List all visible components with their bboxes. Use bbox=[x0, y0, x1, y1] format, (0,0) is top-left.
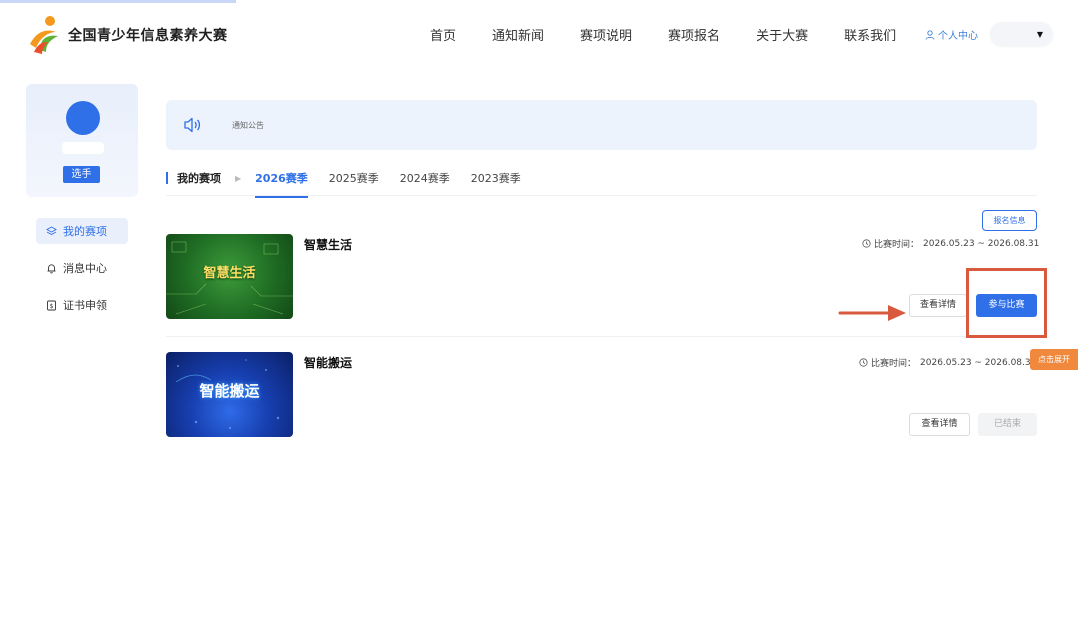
nav-home[interactable]: 首页 bbox=[430, 25, 456, 44]
certificate-icon: $ bbox=[47, 300, 56, 310]
view-details-button[interactable]: 查看详情 bbox=[909, 294, 967, 317]
competition-name: 智慧生活 bbox=[304, 238, 353, 252]
tab-2023-season[interactable]: 2023赛季 bbox=[471, 170, 521, 186]
notice-bar[interactable]: 通知公告 bbox=[166, 100, 1037, 150]
bell-icon bbox=[47, 263, 56, 273]
time-range: 2026.05.23 ~ 2026.08.31 bbox=[923, 238, 1040, 249]
thumbnail-title: 智慧生活 bbox=[203, 266, 256, 281]
brand-title[interactable]: 全国青少年信息素养大赛 bbox=[68, 25, 228, 45]
tabs-divider bbox=[166, 195, 1037, 196]
expand-tab[interactable]: 点击展开 bbox=[1030, 349, 1078, 370]
ended-button: 已结束 bbox=[978, 413, 1037, 436]
tab-2026-season[interactable]: 2026赛季 bbox=[255, 170, 308, 198]
caret-down-icon: ▼ bbox=[1036, 30, 1043, 39]
section-marker bbox=[166, 172, 168, 184]
nav-about[interactable]: 关于大赛 bbox=[756, 25, 808, 44]
layers-icon bbox=[46, 225, 57, 235]
competition-thumbnail[interactable]: 智能搬运 bbox=[166, 352, 293, 437]
nav-contact[interactable]: 联系我们 bbox=[844, 25, 896, 44]
nav-registration[interactable]: 赛项报名 bbox=[668, 25, 720, 44]
section-title: 我的赛项 bbox=[177, 172, 221, 185]
sidebar-item-my-competitions[interactable]: 我的赛项 bbox=[36, 218, 128, 244]
registration-info-button[interactable]: 报名信息 bbox=[982, 210, 1037, 231]
nav-news[interactable]: 通知新闻 bbox=[492, 25, 544, 44]
user-icon bbox=[925, 29, 935, 40]
profile-card: 选手 bbox=[26, 84, 138, 197]
side-menu: 我的赛项 消息中心 $ 证书申领 bbox=[36, 218, 128, 329]
time-range: 2026.05.23 ~ 2026.08.31 bbox=[920, 357, 1037, 368]
main-nav: 首页 通知新闻 赛项说明 赛项报名 关于大赛 联系我们 bbox=[430, 25, 932, 44]
user-center-link[interactable]: 个人中心 bbox=[925, 27, 978, 42]
competition-time: 比赛时间： 2026.05.23 ~ 2026.08.31 bbox=[862, 237, 1039, 250]
contest-logo bbox=[30, 16, 58, 54]
competition-time: 比赛时间： 2026.05.23 ~ 2026.08.31 bbox=[859, 356, 1036, 369]
nav-rules[interactable]: 赛项说明 bbox=[580, 25, 632, 44]
header: 全国青少年信息素养大赛 首页 通知新闻 赛项说明 赛项报名 关于大赛 联系我们 … bbox=[0, 0, 1080, 70]
view-details-button[interactable]: 查看详情 bbox=[909, 413, 970, 436]
season-tabs: 我的赛项 ▶ 2026赛季 2025赛季 2024赛季 2023赛季 bbox=[166, 168, 542, 198]
role-badge: 选手 bbox=[63, 166, 100, 183]
sidebar-item-label: 我的赛项 bbox=[63, 225, 107, 238]
tab-2025-season[interactable]: 2025赛季 bbox=[329, 170, 379, 186]
user-name-placeholder bbox=[62, 142, 104, 154]
sidebar-item-label: 证书申领 bbox=[63, 299, 107, 312]
clock-icon bbox=[862, 239, 871, 248]
sidebar-item-messages[interactable]: 消息中心 bbox=[36, 255, 128, 281]
competition-name: 智能搬运 bbox=[304, 356, 353, 370]
account-dropdown[interactable]: ▼ bbox=[990, 22, 1053, 46]
speaker-icon bbox=[184, 117, 201, 133]
avatar bbox=[66, 101, 100, 135]
competition-thumbnail[interactable]: 智慧生活 bbox=[166, 234, 293, 319]
notice-text: 通知公告 bbox=[232, 121, 264, 130]
arrow-right-icon bbox=[838, 305, 906, 321]
sidebar-item-label: 消息中心 bbox=[63, 262, 107, 275]
thumbnail-title: 智能搬运 bbox=[199, 382, 260, 400]
highlight-box bbox=[966, 268, 1047, 338]
list-divider bbox=[166, 336, 1037, 337]
chevron-right-icon: ▶ bbox=[235, 173, 242, 183]
sidebar-item-certificates[interactable]: $ 证书申领 bbox=[36, 292, 128, 318]
time-label: 比赛时间： bbox=[871, 359, 917, 369]
time-label: 比赛时间： bbox=[874, 240, 920, 250]
competition-card: 智能搬运 智能搬运 比赛时间： 2026.05.23 ~ 2026.08.31 … bbox=[166, 352, 1037, 442]
clock-icon bbox=[859, 358, 868, 367]
tab-2024-season[interactable]: 2024赛季 bbox=[400, 170, 450, 186]
svg-text:$: $ bbox=[50, 303, 54, 310]
user-center-label: 个人中心 bbox=[938, 31, 978, 42]
